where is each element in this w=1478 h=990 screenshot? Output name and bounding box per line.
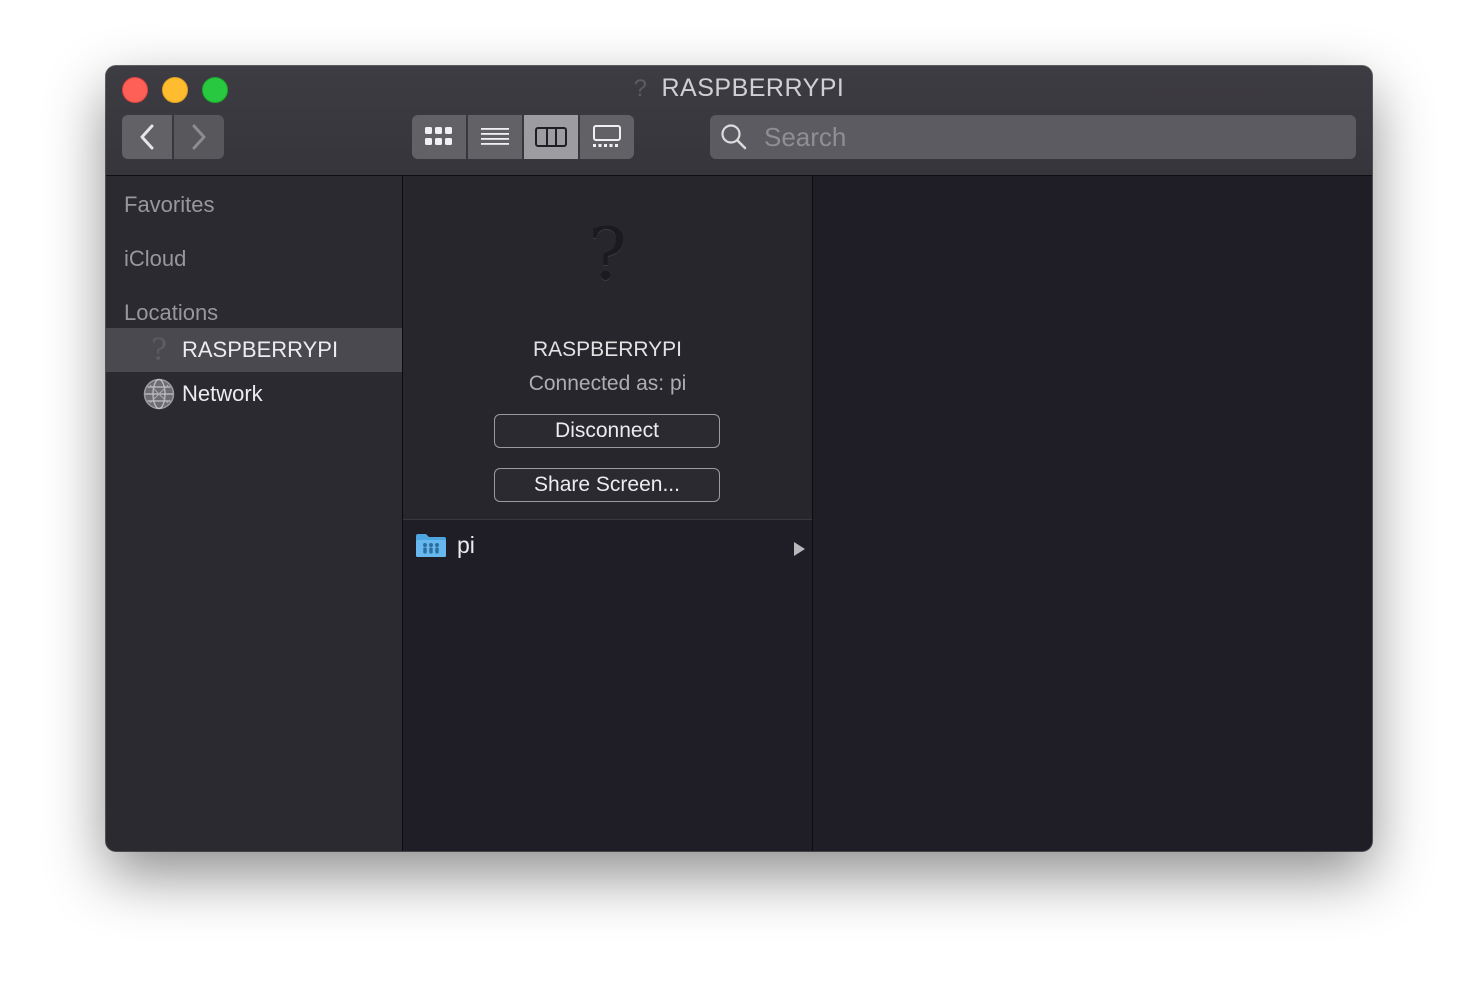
gallery-icon	[593, 125, 621, 147]
file-name: pi	[457, 531, 475, 558]
column-2	[813, 176, 1372, 851]
network-globe-icon	[142, 377, 176, 411]
sidebar-heading-locations[interactable]: Locations	[124, 300, 218, 326]
sidebar-item-label: RASPBERRYPI	[182, 337, 339, 362]
navigation-buttons	[122, 115, 224, 159]
chevron-right-icon	[192, 124, 206, 150]
gallery-view-button[interactable]	[580, 115, 634, 159]
columns-icon	[535, 127, 567, 147]
sidebar-item-network[interactable]: Network	[106, 372, 402, 416]
grid-icon	[425, 127, 452, 145]
list-icon	[481, 128, 509, 145]
sidebar-item-raspberrypi[interactable]: ? RASPBERRYPI	[106, 328, 402, 372]
question-mark-icon: ?	[150, 332, 168, 368]
search-input[interactable]	[762, 120, 1326, 154]
back-button[interactable]	[122, 115, 172, 159]
window-title: ? RASPBERRYPI	[633, 74, 845, 102]
chevron-left-icon	[140, 124, 154, 150]
list-item[interactable]: pi	[403, 528, 812, 562]
search-icon	[720, 123, 748, 151]
sidebar: Favorites iCloud Locations ? RASPBERRYPI…	[106, 176, 403, 851]
question-mark-icon: ?	[633, 75, 648, 102]
list-view-button[interactable]	[468, 115, 522, 159]
titlebar: ? RASPBERRYPI	[106, 66, 1372, 176]
forward-button[interactable]	[174, 115, 224, 159]
disclosure-arrow-icon	[792, 536, 806, 563]
icon-view-button[interactable]	[412, 115, 466, 159]
column-view-button[interactable]	[524, 115, 578, 159]
sidebar-heading-icloud[interactable]: iCloud	[124, 246, 186, 272]
view-switcher	[412, 115, 634, 159]
server-name: RASPBERRYPI	[533, 338, 682, 361]
disconnect-button[interactable]: Disconnect	[494, 414, 720, 448]
finder-window: ? RASPBERRYPI Search Favorites iCloud Lo…	[106, 66, 1372, 851]
search-field[interactable]	[710, 115, 1356, 159]
connected-as-label: Connected as: pi	[528, 372, 687, 395]
question-mark-icon: ?	[588, 212, 627, 296]
column-1: ? RASPBERRYPI Connected as: pi Disconnec…	[403, 176, 813, 851]
sidebar-item-label: Network	[182, 381, 263, 406]
share-screen-button[interactable]: Share Screen...	[494, 468, 720, 502]
sidebar-heading-favorites[interactable]: Favorites	[124, 192, 214, 218]
server-preview: ? RASPBERRYPI Connected as: pi Disconnec…	[403, 176, 812, 520]
shared-folder-icon	[415, 532, 447, 558]
